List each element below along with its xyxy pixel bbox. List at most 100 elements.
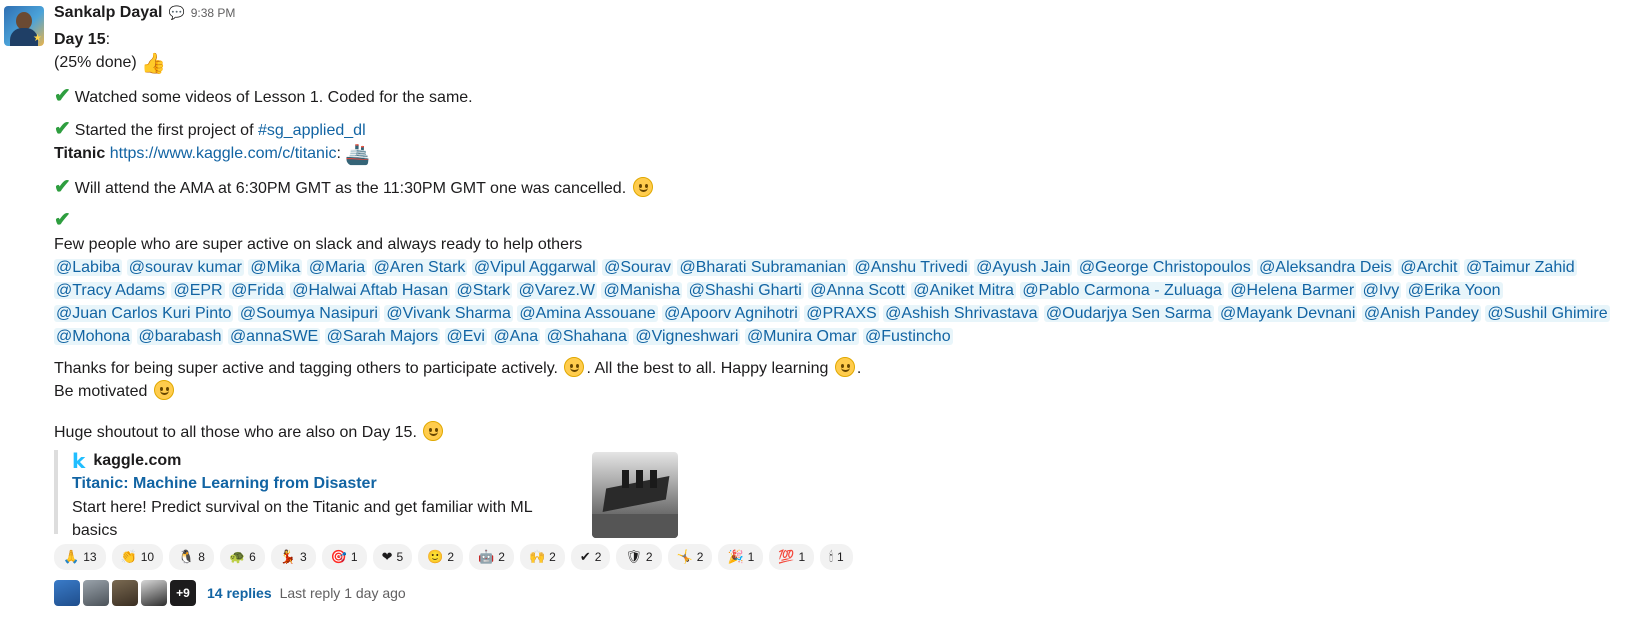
mention-link[interactable]: @Helena Barmer [1228,282,1357,299]
mention-link[interactable]: @Ana [491,328,541,345]
reaction-pill[interactable]: 🎉 1 [718,544,764,570]
mention-link[interactable]: @annaSWE [227,328,321,345]
item-2-text: Started the first project of [74,122,258,139]
reaction-pill[interactable]: ✔ 2 [570,544,611,570]
mention-link[interactable]: @barabash [136,328,224,345]
mention-link[interactable]: @EPR [171,282,225,299]
reaction-pill[interactable]: 🙌 2 [519,544,565,570]
mention-link[interactable]: @Vigneshwari [633,328,741,345]
reaction-pill[interactable]: 🐢 6 [219,544,265,570]
reaction-pill[interactable]: 🙏 13 [54,544,106,570]
mention-link[interactable]: @Apoorv Agnihotri [662,305,800,322]
preview-title-link[interactable]: Titanic: Machine Learning from Disaster [72,472,682,496]
mention-link[interactable]: @Archit [1398,259,1460,276]
mention-link[interactable]: @Fustincho [862,328,953,345]
sender-avatar[interactable]: ★ [4,6,44,46]
mention-link[interactable]: @Erika Yoon [1405,282,1503,299]
preview-thumbnail[interactable] [592,452,678,538]
mention-link[interactable]: @George Christopoulos [1076,259,1253,276]
reaction-pill[interactable]: 👏 10 [111,544,164,570]
more-repliers-badge: +9 [170,580,196,606]
smile-icon: 🙂 [427,549,444,564]
mention-link[interactable]: @Aniket Mitra [911,282,1016,299]
mention-link[interactable]: @Munira Omar [744,328,859,345]
thanks-line: Thanks for being super active and taggin… [54,357,1634,380]
mention-link[interactable]: @Ivy [1360,282,1402,299]
link-preview[interactable]: k kaggle.com Titanic: Machine Learning f… [54,449,682,539]
mention-link[interactable]: @Stark [454,282,513,299]
mention-link[interactable]: @Shahana [544,328,629,345]
preview-site-name: kaggle.com [93,452,182,469]
mention-link[interactable]: @Soumya Nasipuri [237,305,380,322]
mention-link[interactable]: @Amina Assouane [517,305,658,322]
mention-link[interactable]: @Aleksandra Deis [1257,259,1394,276]
reaction-pill[interactable]: 🐧 8 [169,544,214,570]
mention-link[interactable]: @Pablo Carmona - Zuluaga [1020,282,1224,299]
smile-icon [834,357,855,377]
mention-link[interactable]: @Juan Carlos Kuri Pinto [54,305,234,322]
reaction-count: 2 [498,550,505,564]
reaction-pill[interactable]: 💯 1 [769,544,815,570]
speech-bubble-icon: 💬 [168,5,185,20]
reaction-pill[interactable]: 🤖 2 [469,544,514,570]
item-4: ✔ [54,209,1634,233]
mention-link[interactable]: @Mayank Devnani [1218,305,1358,322]
mention-link[interactable]: @PRAXS [804,305,879,322]
message-header: Sankalp Dayal 💬 9:38 PM [54,4,1634,28]
sender-name[interactable]: Sankalp Dayal [54,4,163,22]
mention-link[interactable]: @Labiba [54,259,123,276]
mention-link[interactable]: @Frida [229,282,286,299]
mention-link[interactable]: @Ayush Jain [974,259,1073,276]
titanic-label: Titanic [54,145,106,162]
mention-link[interactable]: @Mohona [54,328,133,345]
reaction-pill[interactable]: 🎯 1 [321,544,367,570]
channel-link[interactable]: #sg_applied_dl [258,122,366,139]
thank-you-icon: 🙏 [63,549,80,564]
check-icon: ✔ [54,118,71,140]
party-icon: 🎉 [727,549,744,564]
reaction-pill[interactable]: 🛡 2 [616,544,662,570]
mention-link[interactable]: @Oudarjya Sen Sarma [1043,305,1214,322]
mention-link[interactable]: @Anshu Trivedi [852,259,970,276]
smile-icon [423,421,444,441]
shoutout-text: Huge shoutout to all those who are also … [54,424,417,441]
reaction-pill[interactable]: 🙂 2 [418,544,464,570]
thanks-text-1: Thanks for being super active and taggin… [54,360,558,377]
mention-link[interactable]: @Sushil Ghimire [1485,305,1610,322]
mention-link[interactable]: @Anna Scott [808,282,907,299]
progress-line: (25% done) 👍 [54,51,1634,76]
reaction-pill[interactable]: 💃 3 [270,544,316,570]
reply-avatar [112,580,138,606]
mention-link[interactable]: @Anish Pandey [1361,305,1481,322]
mention-link[interactable]: @sourav kumar [126,259,244,276]
mention-link[interactable]: @Mika [248,259,303,276]
mention-link[interactable]: @Ashish Shrivastava [883,305,1040,322]
mention-link[interactable]: @Sarah Majors [324,328,441,345]
mention-link[interactable]: @Manisha [601,282,683,299]
reaction-pill[interactable]: 🤸 2 [667,544,713,570]
mention-link[interactable]: @Taimur Zahid [1463,259,1577,276]
mention-link[interactable]: @Sourav [602,259,674,276]
check-icon: ✔ [54,176,71,198]
mention-link[interactable]: @Bharati Subramanian [677,259,849,276]
smile-icon [564,357,585,377]
replies-link[interactable]: 14 replies [207,585,272,601]
mention-link[interactable]: @Varez.W [516,282,597,299]
mention-link[interactable]: @Halwai Aftab Hasan [290,282,451,299]
kaggle-logo-icon: k [72,449,86,473]
mention-link[interactable]: @Vivank Sharma [384,305,513,322]
mention-link[interactable]: @Evi [444,328,487,345]
titanic-url-link[interactable]: https://www.kaggle.com/c/titanic [110,145,337,162]
motivated-text: Be motivated [54,383,148,400]
mention-link[interactable]: @Tracy Adams [54,282,168,299]
reaction-pill[interactable]: ❤ 5 [372,544,413,570]
mention-link[interactable]: @Maria [306,259,368,276]
reaction-pill[interactable]: 🕯 1 [820,544,853,570]
thread-summary[interactable]: +9 14 replies Last reply 1 day ago [54,580,1634,606]
mention-link[interactable]: @Shashi Gharti [686,282,804,299]
star-icon: ★ [33,33,42,44]
mention-link[interactable]: @Vipul Aggarwal [471,259,598,276]
timestamp[interactable]: 9:38 PM [191,6,236,20]
mention-link[interactable]: @Aren Stark [371,259,468,276]
thumbs-up-icon: 👍 [141,53,167,75]
